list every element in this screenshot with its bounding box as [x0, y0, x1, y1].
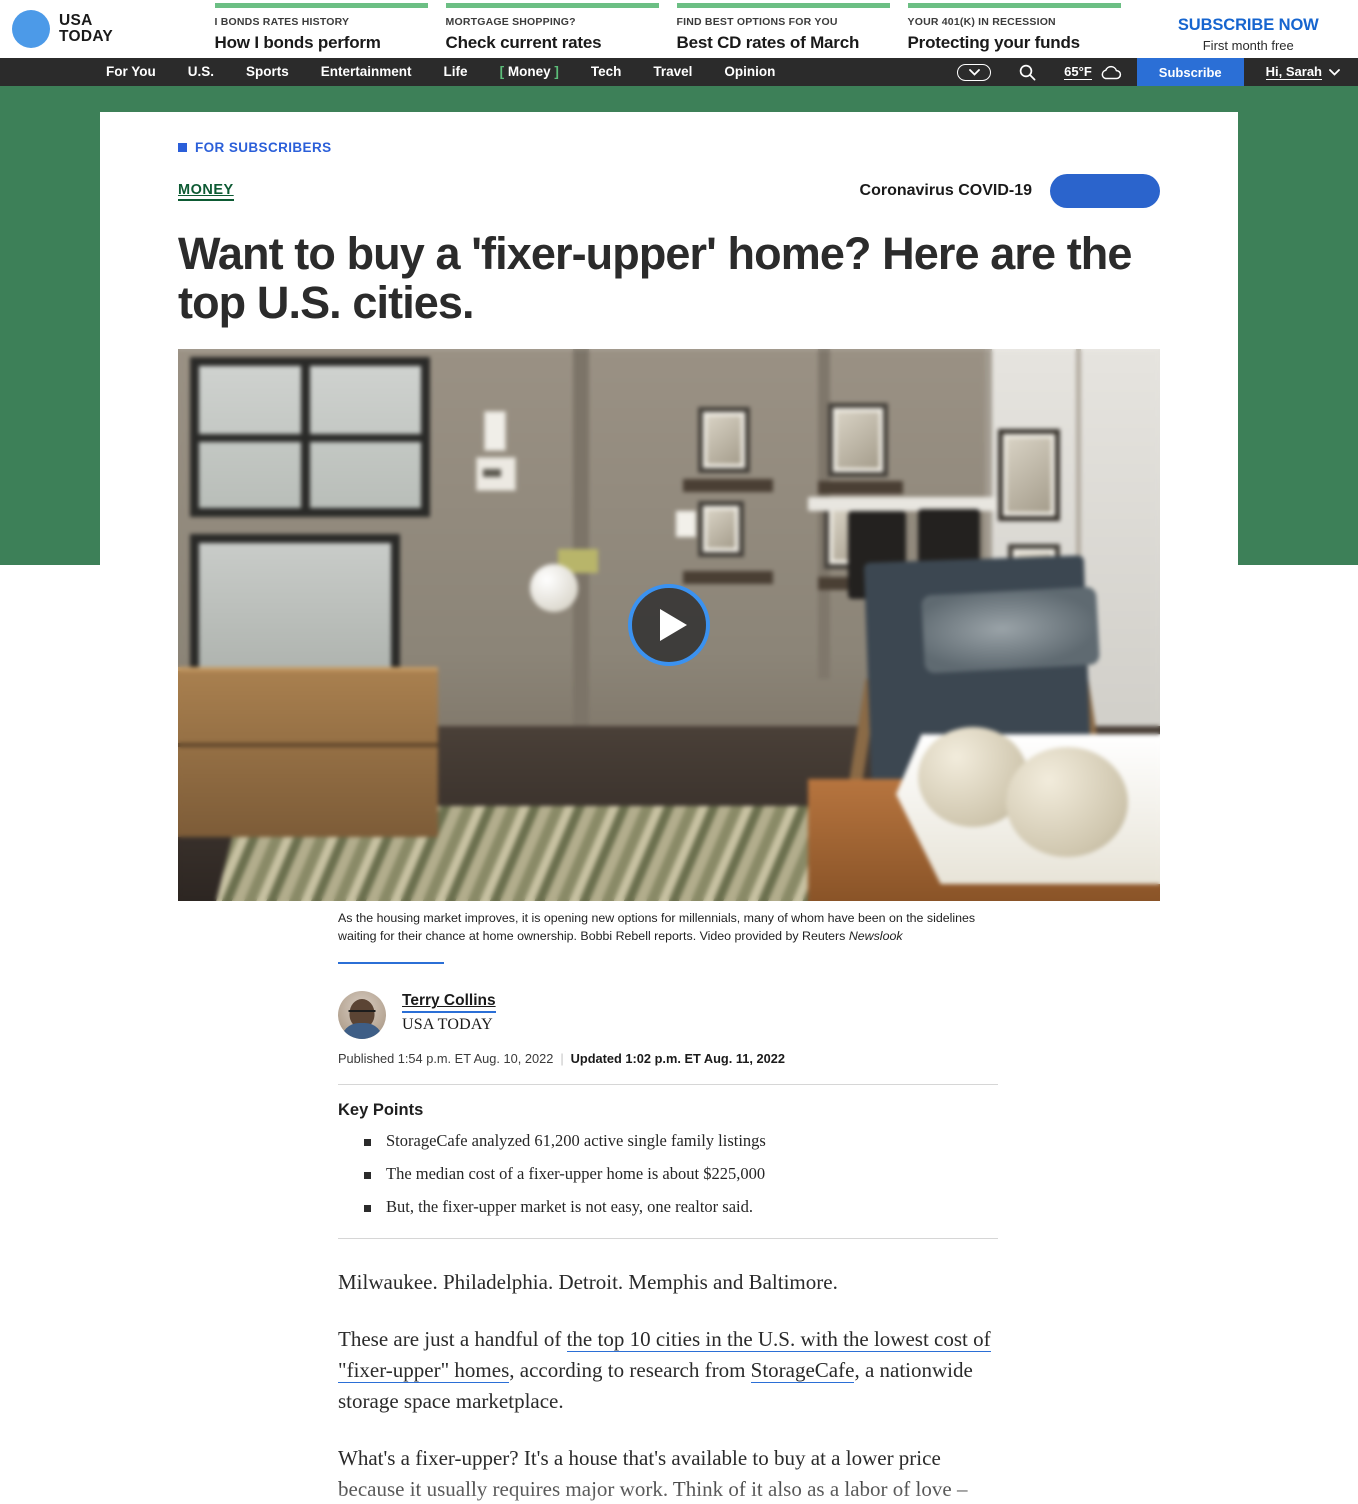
for-subscribers-label: FOR SUBSCRIBERS [195, 140, 332, 155]
search-button[interactable] [1005, 58, 1050, 86]
promo-kicker: I BONDS RATES HISTORY [214, 16, 350, 28]
expand-sections-button[interactable] [943, 58, 1005, 86]
video-caption: As the housing market improves, it is op… [338, 910, 978, 945]
promo-bar: USA TODAY I BONDS RATES HISTORY How I bo… [0, 0, 1358, 58]
cloud-icon [1101, 65, 1121, 79]
promo-item[interactable]: I BONDS RATES HISTORY How I bonds perfor… [214, 0, 446, 53]
article-body: Milwaukee. Philadelphia. Detroit. Memphi… [318, 1267, 1014, 1504]
promo-title: How I bonds perform [214, 33, 381, 52]
section-link-money[interactable]: MONEY [178, 182, 234, 201]
nav-item-us[interactable]: U.S. [172, 58, 230, 86]
usa-today-logo[interactable]: USA TODAY [0, 0, 215, 58]
paragraph-text-middle: , according to research from [509, 1358, 751, 1383]
avatar-glasses [348, 1010, 376, 1017]
key-points-list: StorageCafe analyzed 61,200 active singl… [362, 1131, 1160, 1217]
nav-item-opinion[interactable]: Opinion [708, 58, 791, 86]
article-card: FOR SUBSCRIBERS MONEY Coronavirus COVID-… [100, 112, 1238, 1504]
page-body: FOR SUBSCRIBERS MONEY Coronavirus COVID-… [0, 86, 1358, 1504]
promo-item[interactable]: YOUR 401(K) IN RECESSION Protecting your… [907, 0, 1139, 53]
nav-item-travel[interactable]: Travel [637, 58, 708, 86]
chevron-down-icon [957, 63, 992, 81]
logo-wordmark: USA TODAY [59, 13, 113, 45]
covid-label: Coronavirus COVID-19 [859, 182, 1032, 199]
usa-today-circle-logo-icon [12, 10, 50, 48]
storagecafe-link[interactable]: StorageCafe [750, 1358, 855, 1384]
paragraph-text-before: These are just a handful of [338, 1327, 567, 1352]
subscribe-now-promo[interactable]: SUBSCRIBE NOW First month free [1139, 0, 1358, 53]
key-point-item: But, the fixer-upper market is not easy,… [362, 1197, 1160, 1217]
nav-item-tech[interactable]: Tech [575, 58, 638, 86]
nav-item-money-label: Money [507, 64, 551, 79]
promo-accent-bar [907, 3, 1121, 8]
key-point-item: The median cost of a fixer-upper home is… [362, 1164, 1160, 1184]
video-caption-source: Newslook [848, 928, 903, 943]
author-avatar [338, 991, 386, 1040]
article-timestamps: Published 1:54 p.m. ET Aug. 10, 2022 | Upd… [338, 1051, 1160, 1066]
author-organization: USA TODAY [402, 1015, 493, 1033]
main-navigation-bar: For You U.S. Sports Entertainment Life [… [0, 58, 1358, 86]
byline: Terry Collins USA TODAY [338, 991, 1160, 1040]
covid-module: Coronavirus COVID-19 [860, 174, 1160, 208]
play-button-icon[interactable] [628, 584, 710, 667]
subscriber-square-icon [178, 143, 187, 152]
nav-item-life[interactable]: Life [428, 58, 484, 86]
avatar-shoulders [341, 1023, 383, 1040]
nav-item-money[interactable]: [ Money ] [484, 58, 575, 86]
subscribe-now-subtext: First month free [1202, 38, 1294, 53]
nav-item-sports[interactable]: Sports [230, 58, 305, 86]
promo-title: Check current rates [445, 33, 602, 52]
updated-timestamp: Updated 1:02 p.m. ET Aug. 11, 2022 [570, 1051, 785, 1067]
byline-text: Terry Collins USA TODAY [402, 991, 496, 1033]
nav-item-entertainment[interactable]: Entertainment [305, 58, 428, 86]
weather-widget[interactable]: 65°F [1050, 58, 1137, 86]
article-paragraph: What's a fixer-upper? It's a house that'… [338, 1445, 968, 1501]
logo-line-2: TODAY [59, 28, 114, 45]
article-video-player[interactable] [178, 349, 1160, 902]
promo-accent-bar [214, 3, 428, 8]
published-timestamp: Published 1:54 p.m. ET Aug. 10, 2022 [338, 1051, 554, 1067]
bracket-close: ] [554, 64, 559, 79]
key-points-title: Key Points [338, 1101, 424, 1120]
covid-cta-button[interactable] [1050, 174, 1160, 208]
promo-kicker: YOUR 401(K) IN RECESSION [907, 16, 1056, 28]
promo-title: Protecting your funds [907, 33, 1081, 52]
promo-kicker: FIND BEST OPTIONS FOR YOU [676, 16, 838, 28]
nav-right-controls: 65°F Subscribe Hi, Sarah [943, 58, 1358, 86]
nav-links: For You U.S. Sports Entertainment Life [… [0, 58, 791, 86]
key-points-divider-bottom [338, 1238, 998, 1240]
chevron-down-icon [1329, 68, 1340, 76]
author-name-link[interactable]: Terry Collins [402, 991, 496, 1013]
play-triangle [659, 609, 687, 642]
promo-items: I BONDS RATES HISTORY How I bonds perfor… [214, 0, 1139, 53]
subscribe-now-headline: SUBSCRIBE NOW [1177, 16, 1319, 34]
promo-accent-bar [676, 3, 890, 8]
promo-item[interactable]: MORTGAGE SHOPPING? Check current rates [445, 0, 677, 53]
article-headline: Want to buy a 'fixer-upper' home? Here a… [178, 228, 1132, 328]
search-icon [1019, 64, 1036, 80]
promo-item[interactable]: FIND BEST OPTIONS FOR YOU Best CD rates … [676, 0, 908, 53]
account-menu[interactable]: Hi, Sarah [1244, 58, 1358, 86]
promo-kicker: MORTGAGE SHOPPING? [445, 16, 576, 28]
article-paragraph: These are just a handful of the top 10 c… [338, 1324, 994, 1417]
caption-divider [338, 962, 444, 965]
article-paragraph: Milwaukee. Philadelphia. Detroit. Memphi… [338, 1270, 838, 1295]
key-point-item: StorageCafe analyzed 61,200 active singl… [362, 1131, 1160, 1151]
timestamp-separator: | [560, 1051, 564, 1067]
promo-accent-bar [445, 3, 659, 8]
key-points-divider-top [338, 1084, 998, 1086]
subscribe-button[interactable]: Subscribe [1136, 58, 1244, 86]
for-subscribers-badge: FOR SUBSCRIBERS [178, 140, 1160, 155]
bracket-open: [ [499, 64, 505, 79]
nav-item-for-you[interactable]: For You [90, 58, 172, 86]
logo-line-1: USA [59, 12, 93, 29]
weather-temperature: 65°F [1064, 64, 1092, 80]
account-label: Hi, Sarah [1265, 64, 1322, 80]
section-row: MONEY Coronavirus COVID-19 [178, 174, 1160, 208]
promo-title: Best CD rates of March [676, 33, 860, 52]
